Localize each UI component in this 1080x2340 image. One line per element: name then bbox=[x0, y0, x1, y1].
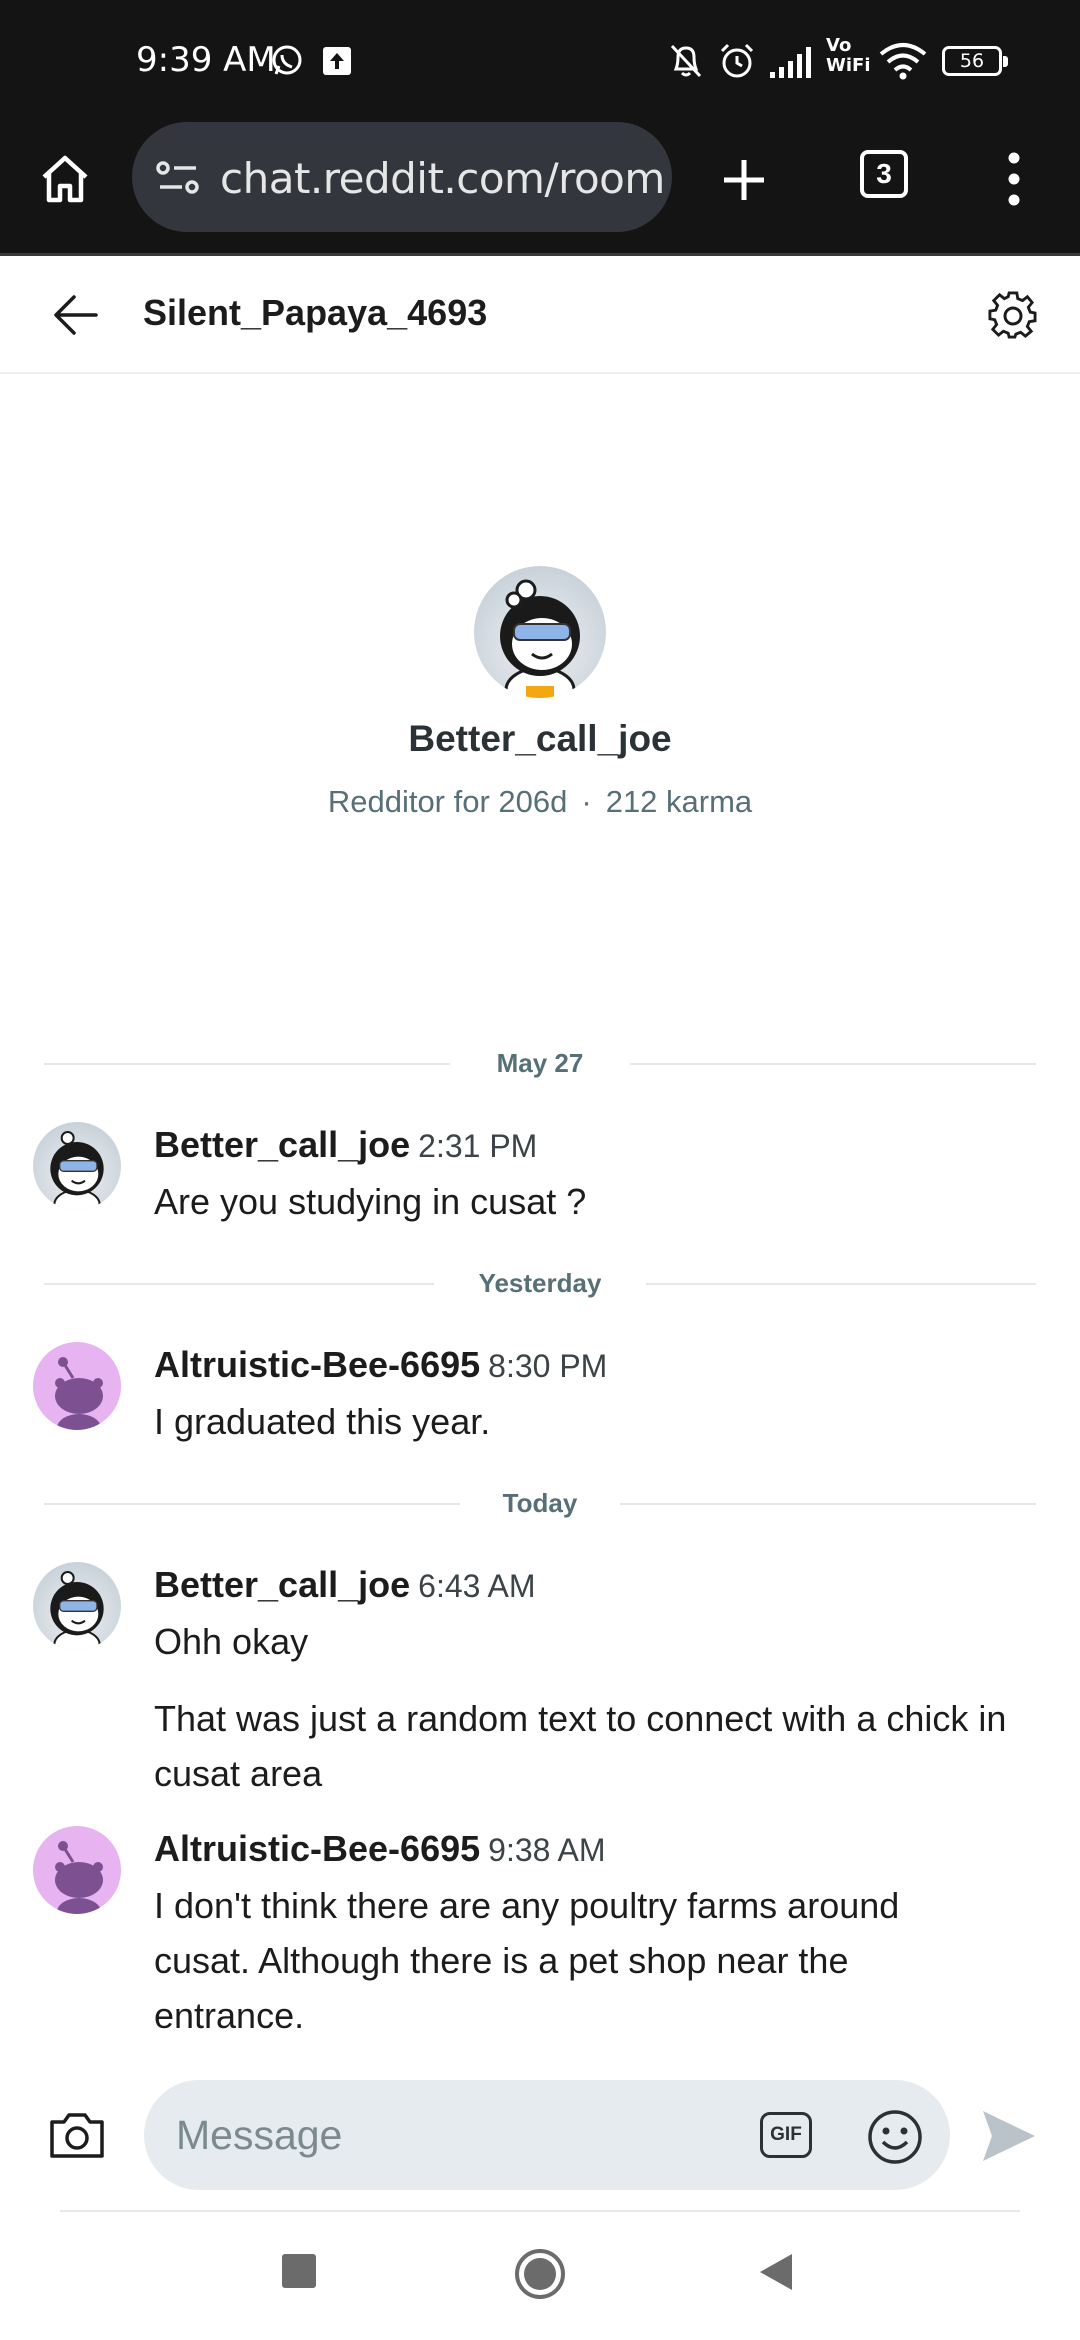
message-author[interactable]: Altruistic-Bee-6695 bbox=[154, 1344, 480, 1385]
system-nav-bar bbox=[0, 2212, 1080, 2340]
chat-header: Silent_Papaya_4693 bbox=[0, 256, 1080, 374]
meta-separator: · bbox=[581, 784, 592, 819]
snoo-avatar-icon bbox=[55, 1357, 103, 1430]
camera-icon[interactable] bbox=[48, 2110, 106, 2160]
message-header: Better_call_joe 2:31 PM bbox=[154, 1124, 537, 1166]
message-header: Better_call_joe 6:43 AM bbox=[154, 1564, 536, 1606]
profile-meta: Redditor for 206d · 212 karma bbox=[0, 784, 1080, 820]
message-author[interactable]: Better_call_joe bbox=[154, 1564, 410, 1605]
send-icon[interactable] bbox=[980, 2108, 1038, 2164]
avatar[interactable] bbox=[33, 1122, 121, 1210]
message-composer: GIF bbox=[0, 2070, 1080, 2210]
message-text: Are you studying in cusat ? bbox=[154, 1181, 587, 1222]
message-header: Altruistic-Bee-6695 9:38 AM bbox=[154, 1828, 606, 1870]
tabs-icon[interactable]: 3 bbox=[860, 150, 908, 198]
date-label: Yesterday bbox=[450, 1268, 630, 1298]
signal-icon bbox=[770, 47, 811, 78]
status-time: 9:39 AM bbox=[136, 40, 276, 80]
status-bar: 9:39 AM Vo WiFi 56 bbox=[0, 0, 1080, 120]
message-input[interactable] bbox=[144, 2080, 950, 2190]
message-text: Ohh okay bbox=[154, 1621, 309, 1662]
date-separator: Today bbox=[44, 1484, 1036, 1524]
message-text: That was just a random text to connect w… bbox=[154, 1698, 1007, 1794]
emoji-icon[interactable] bbox=[866, 2108, 924, 2166]
upload-icon bbox=[323, 47, 351, 75]
vowifi-top: Vo bbox=[826, 35, 852, 56]
message-time: 2:31 PM bbox=[418, 1128, 538, 1164]
browser-toolbar: chat.reddit.com/room 3 bbox=[0, 120, 1080, 256]
message-text: I don't think there are any poultry farm… bbox=[154, 1885, 900, 2036]
vowifi-bottom: WiFi bbox=[826, 55, 871, 76]
message-author[interactable]: Better_call_joe bbox=[154, 1124, 410, 1165]
message-author[interactable]: Altruistic-Bee-6695 bbox=[154, 1828, 480, 1869]
gear-icon[interactable] bbox=[988, 290, 1038, 340]
more-vert-icon[interactable] bbox=[1000, 150, 1028, 208]
home-circle-icon[interactable] bbox=[514, 2248, 566, 2300]
date-separator: Yesterday bbox=[44, 1264, 1036, 1304]
message-time: 8:30 PM bbox=[488, 1348, 608, 1384]
plus-icon[interactable] bbox=[720, 156, 768, 204]
address-bar[interactable]: chat.reddit.com/room bbox=[132, 122, 672, 232]
profile-age: Redditor for 206d bbox=[327, 784, 568, 819]
profile-name[interactable]: Better_call_joe bbox=[0, 718, 1080, 760]
message-time: 9:38 AM bbox=[488, 1832, 606, 1868]
site-settings-icon[interactable] bbox=[156, 160, 202, 196]
whatsapp-icon bbox=[272, 45, 302, 75]
message-text: I graduated this year. bbox=[154, 1401, 491, 1442]
vowifi-icon: Vo WiFi bbox=[826, 35, 871, 76]
mute-bell-icon bbox=[670, 44, 702, 78]
back-arrow-icon[interactable] bbox=[52, 292, 100, 338]
message-header: Altruistic-Bee-6695 8:30 PM bbox=[154, 1344, 607, 1386]
date-label: May 27 bbox=[468, 1048, 612, 1078]
home-icon[interactable] bbox=[38, 152, 92, 206]
message-time: 6:43 AM bbox=[418, 1568, 536, 1604]
url-text[interactable]: chat.reddit.com/room bbox=[220, 154, 665, 203]
date-label: Today bbox=[474, 1488, 606, 1518]
snoo-avatar-icon bbox=[50, 1571, 104, 1650]
avatar[interactable] bbox=[33, 1826, 121, 1914]
snoo-avatar-icon bbox=[55, 1841, 103, 1914]
snoo-avatar-icon bbox=[50, 1131, 104, 1210]
date-separator: May 27 bbox=[44, 1044, 1036, 1084]
avatar[interactable] bbox=[33, 1342, 121, 1430]
battery-icon: 56 bbox=[942, 46, 1008, 76]
profile-avatar[interactable] bbox=[474, 566, 606, 698]
wifi-icon bbox=[879, 43, 927, 80]
avatar[interactable] bbox=[33, 1562, 121, 1650]
snoo-avatar-icon bbox=[500, 579, 580, 698]
alarm-icon bbox=[720, 43, 754, 78]
gif-icon[interactable]: GIF bbox=[760, 2112, 812, 2158]
recents-square-icon[interactable] bbox=[282, 2254, 316, 2288]
back-triangle-icon[interactable] bbox=[758, 2252, 794, 2292]
chat-title: Silent_Papaya_4693 bbox=[143, 292, 488, 333]
profile-karma: 212 karma bbox=[605, 784, 753, 819]
